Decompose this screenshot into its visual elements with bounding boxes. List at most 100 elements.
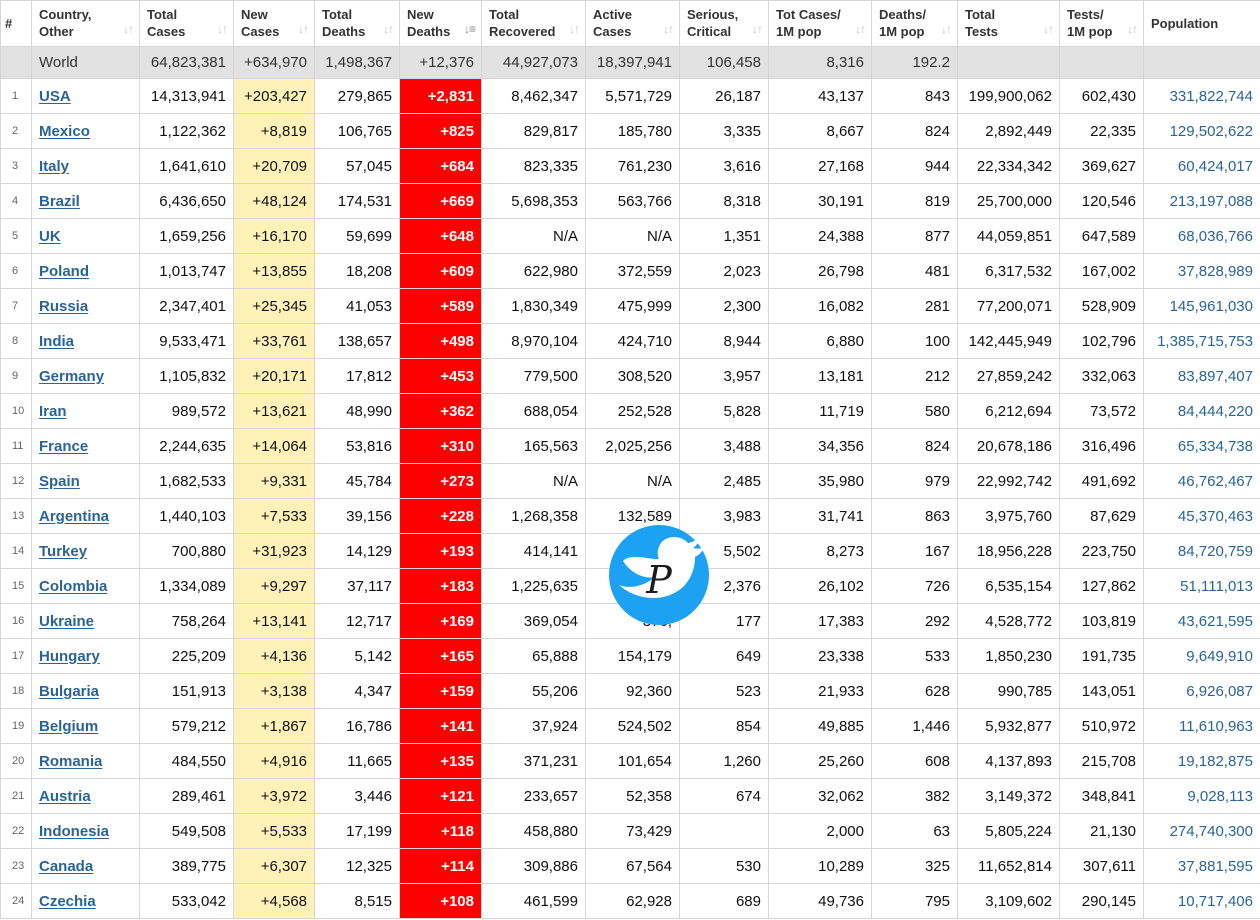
table-row: 13 Argentina 1,440,103 +7,533 39,156 +228 1,26… (0, 498, 1260, 534)
cell-new-cases: +9,297 (233, 568, 315, 604)
table-row: 24 Czechia 533,042 +4,568 8,515 +108 461,599 62… (0, 883, 1260, 919)
country-link[interactable]: Bulgaria (39, 683, 99, 700)
country-link[interactable]: Poland (39, 263, 89, 280)
column-header-deaths-per-1m[interactable]: Deaths/1M pop ↓↑ (871, 0, 958, 47)
cell-deaths-per-1m: 628 (871, 673, 958, 709)
sort-icon[interactable]: ↓↑ (752, 21, 763, 38)
sort-icon[interactable]: ↓↑ (941, 21, 952, 38)
column-header-num[interactable]: # (0, 0, 32, 47)
column-header-serious[interactable]: Serious, Critical ↓↑ (679, 0, 769, 47)
cell-total-deaths: 57,045 (314, 148, 400, 184)
country-link[interactable]: UK (39, 228, 61, 245)
sort-desc-icon[interactable]: ↓≡ (464, 21, 476, 38)
cell-total-cases: 225,209 (139, 638, 234, 674)
cell-deaths-per-1m: 843 (871, 78, 958, 114)
country-link[interactable]: Canada (39, 858, 93, 875)
country-link[interactable]: India (39, 333, 74, 350)
column-header-active-cases[interactable]: Active Cases ↓↑ (585, 0, 680, 47)
table-row: 14 Turkey 700,880 +31,923 14,129 +193 414,141 5… (0, 533, 1260, 569)
column-header-cases-per-1m[interactable]: Tot Cases/1M pop ↓↑ (768, 0, 872, 47)
sort-icon[interactable]: ↓↑ (383, 21, 394, 38)
table-row: 5 UK 1,659,256 +16,170 59,699 +648 N/A N/A 1,351… (0, 218, 1260, 254)
cell-serious: 523 (679, 673, 769, 709)
cell-total-tests: 20,678,186 (957, 428, 1060, 464)
cell-active-cases: N/A (585, 218, 680, 254)
cell-total-tests: 25,700,000 (957, 183, 1060, 219)
cell-tests-per-1m: 223,750 (1059, 533, 1144, 569)
column-header-new-deaths[interactable]: New Deaths ↓≡ (399, 0, 482, 47)
country-link[interactable]: Colombia (39, 578, 107, 595)
country-link[interactable]: Belgium (39, 718, 98, 735)
cell-deaths-per-1m: 292 (871, 603, 958, 639)
cell-tests-per-1m: 369,627 (1059, 148, 1144, 184)
country-link[interactable]: Germany (39, 368, 104, 385)
cell-new-cases: +4,916 (233, 743, 315, 779)
sort-icon[interactable]: ↓↑ (663, 21, 674, 38)
cell-tests-per-1m: 120,546 (1059, 183, 1144, 219)
table-row: 12 Spain 1,682,533 +9,331 45,784 +273 N/A N/A 2,… (0, 463, 1260, 499)
country-link[interactable]: Argentina (39, 508, 109, 525)
country-link[interactable]: Iran (39, 403, 67, 420)
cell-cases-per-1m: 8,316 (768, 46, 872, 79)
sort-icon[interactable]: ↓↑ (855, 21, 866, 38)
country-link[interactable]: Russia (39, 298, 88, 315)
sort-icon[interactable]: ↓↑ (298, 21, 309, 38)
column-header-population[interactable]: Population (1143, 0, 1260, 47)
country-link[interactable]: USA (39, 88, 71, 105)
cell-total-tests: 22,992,742 (957, 463, 1060, 499)
country-link[interactable]: Indonesia (39, 823, 109, 840)
cell-total-tests: 22,334,342 (957, 148, 1060, 184)
column-header-total-recovered[interactable]: Total Recovered ↓↑ (481, 0, 586, 47)
cell-total-cases: 6,436,650 (139, 183, 234, 219)
country-link[interactable]: Austria (39, 788, 91, 805)
country-link[interactable]: Ukraine (39, 613, 94, 630)
cell-serious: 1,260 (679, 743, 769, 779)
column-header-label: 1M pop (879, 24, 925, 39)
country-link[interactable]: France (39, 438, 88, 455)
sort-icon[interactable]: ↓↑ (569, 21, 580, 38)
country-link[interactable]: Czechia (39, 893, 96, 910)
cell-new-deaths: +169 (399, 603, 482, 639)
cell-total-deaths: 106,765 (314, 113, 400, 149)
cell-population: 1,385,715,753 (1143, 323, 1260, 359)
cell-num: 7 (0, 288, 32, 324)
sort-icon[interactable]: ↓↑ (217, 21, 228, 38)
cell-tests-per-1m: 602,430 (1059, 78, 1144, 114)
cell-total-tests: 27,859,242 (957, 358, 1060, 394)
cell-cases-per-1m: 11,719 (768, 393, 872, 429)
column-header-label: New (407, 7, 434, 22)
cell-country: Austria (31, 778, 140, 814)
cell-serious: 2,376 (679, 568, 769, 604)
cell-serious: 2,300 (679, 288, 769, 324)
cell-tests-per-1m: 102,796 (1059, 323, 1144, 359)
column-header-tests-per-1m[interactable]: Tests/1M pop ↓↑ (1059, 0, 1144, 47)
country-link[interactable]: Turkey (39, 543, 87, 560)
column-header-total-cases[interactable]: Total Cases ↓↑ (139, 0, 234, 47)
cell-cases-per-1m: 26,798 (768, 253, 872, 289)
cell-population: 9,649,910 (1143, 638, 1260, 674)
country-link[interactable]: Spain (39, 473, 80, 490)
sort-icon[interactable]: ↓↑ (1127, 21, 1138, 38)
cell-cases-per-1m: 35,980 (768, 463, 872, 499)
cell-population: 274,740,300 (1143, 813, 1260, 849)
country-link[interactable]: Brazil (39, 193, 80, 210)
cell-total-cases: 700,880 (139, 533, 234, 569)
cell-deaths-per-1m: 863 (871, 498, 958, 534)
cell-active-cases: 101,654 (585, 743, 680, 779)
country-link[interactable]: Italy (39, 158, 69, 175)
column-header-total-tests[interactable]: Total Tests ↓↑ (957, 0, 1060, 47)
cell-serious: 3,335 (679, 113, 769, 149)
sort-icon[interactable]: ↓↑ (123, 21, 134, 38)
column-header-label: New (241, 7, 268, 22)
country-link[interactable]: Mexico (39, 123, 90, 140)
column-header-country[interactable]: Country, Other ↓↑ (31, 0, 140, 47)
cell-cases-per-1m: 10,289 (768, 848, 872, 884)
country-link[interactable]: Romania (39, 753, 102, 770)
cell-deaths-per-1m: 100 (871, 323, 958, 359)
column-header-new-cases[interactable]: New Cases ↓↑ (233, 0, 315, 47)
country-link[interactable]: Hungary (39, 648, 100, 665)
column-header-total-deaths[interactable]: Total Deaths ↓↑ (314, 0, 400, 47)
sort-icon[interactable]: ↓↑ (1043, 21, 1054, 38)
column-header-label: Tests (965, 24, 998, 39)
cell-tests-per-1m: 348,841 (1059, 778, 1144, 814)
